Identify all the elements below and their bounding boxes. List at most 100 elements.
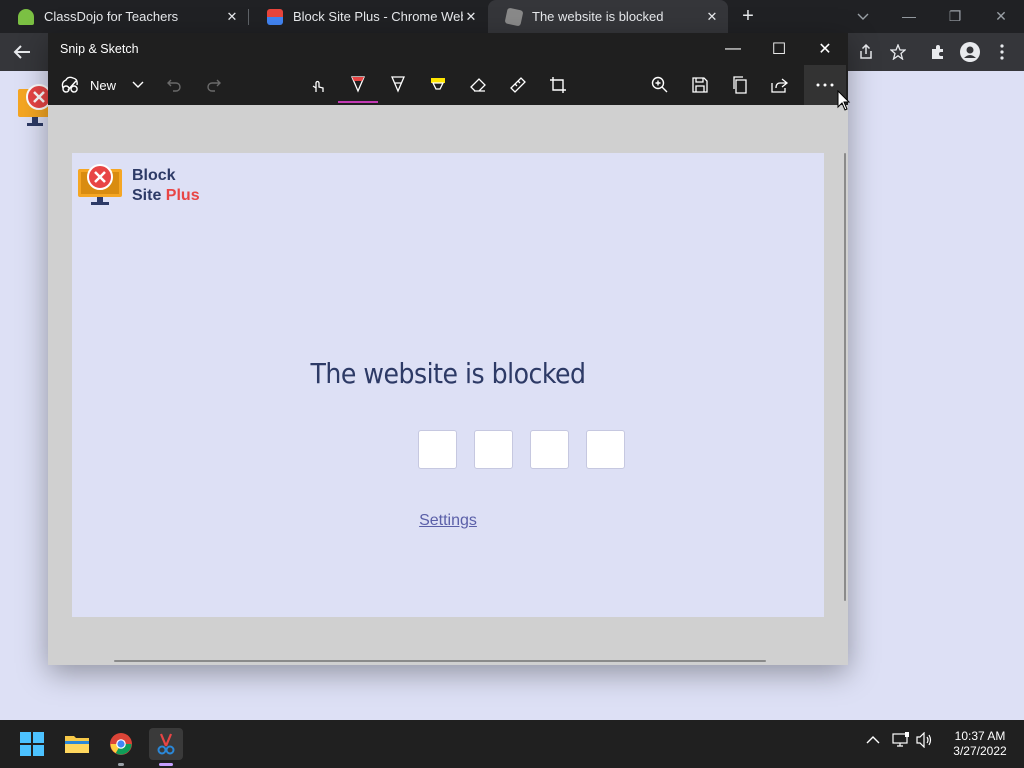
extensions-puzzle-icon: [932, 45, 943, 59]
block-site-logo-icon: [78, 164, 122, 205]
eraser-icon: [470, 78, 486, 92]
share-icon: [860, 44, 872, 59]
tab-classdojo[interactable]: ClassDojo for Teachers ✕: [0, 0, 248, 33]
minimize-button[interactable]: —: [710, 33, 756, 65]
browser-tab-strip: ClassDojo for Teachers ✕ Block Site Plus…: [0, 0, 1024, 33]
pencil-icon: [391, 76, 405, 93]
close-window-button[interactable]: ✕: [978, 0, 1024, 33]
start-button[interactable]: [16, 728, 48, 760]
brand-site-plus: Site Plus: [132, 187, 200, 205]
touch-writing-button[interactable]: [300, 65, 336, 105]
chrome-web-store-favicon-icon: [267, 8, 283, 25]
star-icon: [890, 44, 906, 60]
tab-block-site-plus[interactable]: Block Site Plus - Chrome Web Sto ✕: [249, 0, 487, 33]
highlighter-icon: [431, 78, 445, 90]
pin-digit-1[interactable]: [418, 430, 457, 469]
save-icon: [692, 77, 708, 93]
taskbar: 10:37 AM 3/27/2022: [0, 720, 1024, 768]
restore-button[interactable]: ❐: [932, 0, 978, 33]
pencil-button[interactable]: [380, 65, 416, 105]
share-button[interactable]: [850, 33, 882, 71]
brand-block: Block: [132, 167, 176, 184]
new-snip-button[interactable]: New: [60, 65, 116, 105]
active-indicator: [159, 763, 173, 766]
snip-toolbar: New: [48, 65, 848, 105]
block-site-logo-icon: [18, 84, 52, 126]
undo-button[interactable]: [156, 65, 192, 105]
snip-sketch-taskbar-button[interactable]: [149, 728, 183, 766]
vertical-scrollbar[interactable]: [844, 153, 846, 601]
zoom-icon: [651, 76, 668, 93]
ruler-button[interactable]: [500, 65, 536, 105]
chrome-taskbar-button[interactable]: [105, 728, 137, 766]
chevron-down-icon: [857, 13, 869, 20]
volume-button[interactable]: [916, 731, 934, 751]
clock-date: 3/27/2022: [953, 744, 1007, 758]
copy-icon: [733, 76, 747, 94]
file-explorer-icon: [65, 736, 89, 753]
touch-writing-icon: [312, 80, 324, 92]
save-button[interactable]: [682, 65, 718, 105]
ballpoint-pen-button[interactable]: [338, 65, 378, 105]
maximize-button[interactable]: ☐: [756, 33, 802, 65]
zoom-button[interactable]: [642, 65, 678, 105]
close-icon[interactable]: ✕: [704, 9, 720, 25]
new-snip-icon: [61, 76, 78, 93]
ruler-icon: [510, 77, 526, 93]
close-window-button[interactable]: ✕: [802, 33, 848, 65]
classdojo-favicon-icon: [18, 8, 34, 25]
tab-website-blocked[interactable]: The website is blocked ✕: [488, 0, 728, 33]
snip-sketch-window: Snip & Sketch — ☐ ✕ New Block Site Plus …: [48, 33, 848, 665]
crop-button[interactable]: [540, 65, 576, 105]
snip-canvas[interactable]: Block Site Plus The website is blocked S…: [48, 105, 848, 665]
back-button[interactable]: [6, 33, 38, 71]
chrome-menu-button[interactable]: [986, 33, 1018, 71]
redo-button[interactable]: [196, 65, 232, 105]
close-icon[interactable]: ✕: [224, 9, 240, 25]
copy-button[interactable]: [722, 65, 758, 105]
settings-link[interactable]: Settings: [72, 512, 824, 530]
bookmark-button[interactable]: [882, 33, 914, 71]
close-icon[interactable]: ✕: [463, 9, 479, 25]
file-explorer-button[interactable]: [61, 728, 93, 760]
window-title: Snip & Sketch: [60, 42, 139, 56]
new-label: New: [90, 77, 117, 93]
extensions-button[interactable]: [922, 33, 954, 71]
captured-screenshot: Block Site Plus The website is blocked S…: [72, 153, 824, 617]
brand-plus: Plus: [165, 187, 200, 204]
brand-site: Site: [132, 187, 162, 204]
system-clock[interactable]: 10:37 AM 3/27/2022: [940, 729, 1020, 759]
new-tab-button[interactable]: +: [736, 4, 760, 28]
show-hidden-icons-button[interactable]: [866, 732, 880, 748]
selected-tool-indicator: [338, 101, 378, 103]
mouse-cursor-icon: [837, 90, 851, 111]
pin-digit-4[interactable]: [586, 430, 625, 469]
undo-icon: [167, 79, 181, 92]
tab-search-button[interactable]: [840, 0, 886, 33]
tab-title: The website is blocked: [532, 9, 664, 24]
profile-button[interactable]: [954, 33, 986, 71]
redo-icon: [207, 79, 221, 92]
volume-icon: [916, 731, 932, 749]
snip-sketch-icon: [157, 733, 175, 755]
horizontal-scrollbar[interactable]: [114, 660, 766, 662]
pin-digit-3[interactable]: [530, 430, 569, 469]
kebab-menu-icon: [1000, 44, 1004, 60]
crop-icon: [550, 77, 566, 93]
network-button[interactable]: [892, 732, 910, 751]
profile-icon: [960, 42, 980, 62]
page-title: The website is blocked: [310, 357, 586, 390]
network-icon: [892, 732, 909, 747]
minimize-button[interactable]: —: [886, 0, 932, 33]
share-icon: [771, 78, 789, 93]
more-icon: [816, 83, 834, 87]
windows-start-icon: [20, 732, 44, 756]
snip-title-bar: Snip & Sketch — ☐ ✕: [48, 33, 848, 65]
chevron-down-icon: [132, 81, 144, 88]
new-snip-dropdown[interactable]: [120, 65, 156, 105]
highlighter-button[interactable]: [420, 65, 456, 105]
eraser-button[interactable]: [460, 65, 496, 105]
tab-title: Block Site Plus - Chrome Web Sto: [293, 9, 463, 24]
pin-digit-2[interactable]: [474, 430, 513, 469]
share-button[interactable]: [762, 65, 798, 105]
